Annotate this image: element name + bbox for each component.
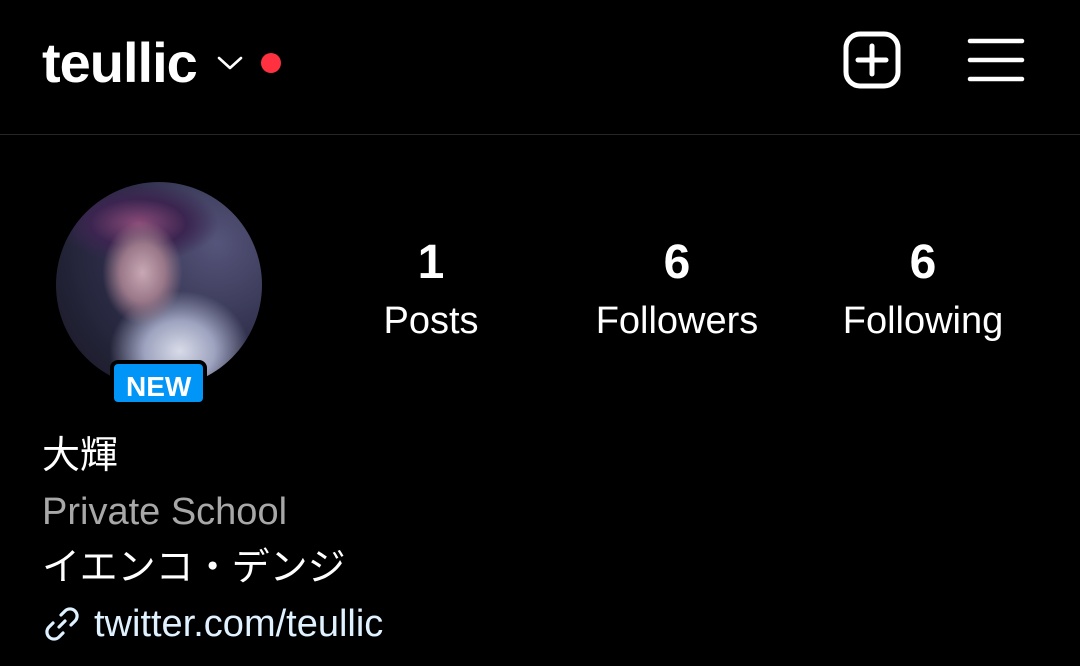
posts-count: 1	[417, 236, 445, 289]
profile-screen: teullic NEW 1 Posts 6 Followers 6 Follow…	[0, 0, 1080, 666]
plus-square-icon	[842, 30, 902, 95]
notification-dot	[260, 53, 281, 73]
posts-label: Posts	[383, 300, 479, 342]
bio-link-text: twitter.com/teullic	[94, 603, 384, 645]
followers-stat[interactable]: 6 Followers	[577, 236, 777, 344]
avatar-image	[56, 182, 262, 388]
new-post-button[interactable]	[842, 30, 902, 95]
chevron-down-icon	[217, 50, 243, 76]
top-bar: teullic	[0, 0, 1080, 135]
bio-text: イエンコ・デンジ	[42, 547, 346, 589]
followers-count: 6	[663, 236, 691, 289]
profile-bio: 大輝 Private School イエンコ・デンジ twitter.com/t…	[42, 428, 383, 652]
display-name: 大輝	[42, 435, 119, 477]
followers-label: Followers	[595, 300, 759, 342]
posts-stat[interactable]: 1 Posts	[331, 236, 531, 344]
username: teullic	[42, 31, 198, 94]
account-switcher[interactable]: teullic	[42, 28, 281, 98]
new-badge: NEW	[110, 360, 208, 406]
link-icon	[42, 604, 82, 644]
menu-button[interactable]	[966, 32, 1026, 92]
following-count: 6	[909, 236, 937, 289]
bio-link[interactable]: twitter.com/teullic	[42, 596, 383, 652]
profile-category: Private School	[42, 491, 288, 533]
following-stat[interactable]: 6 Following	[823, 236, 1023, 344]
hamburger-menu-icon	[967, 35, 1025, 90]
following-label: Following	[842, 300, 1004, 342]
profile-avatar[interactable]: NEW	[56, 182, 262, 406]
